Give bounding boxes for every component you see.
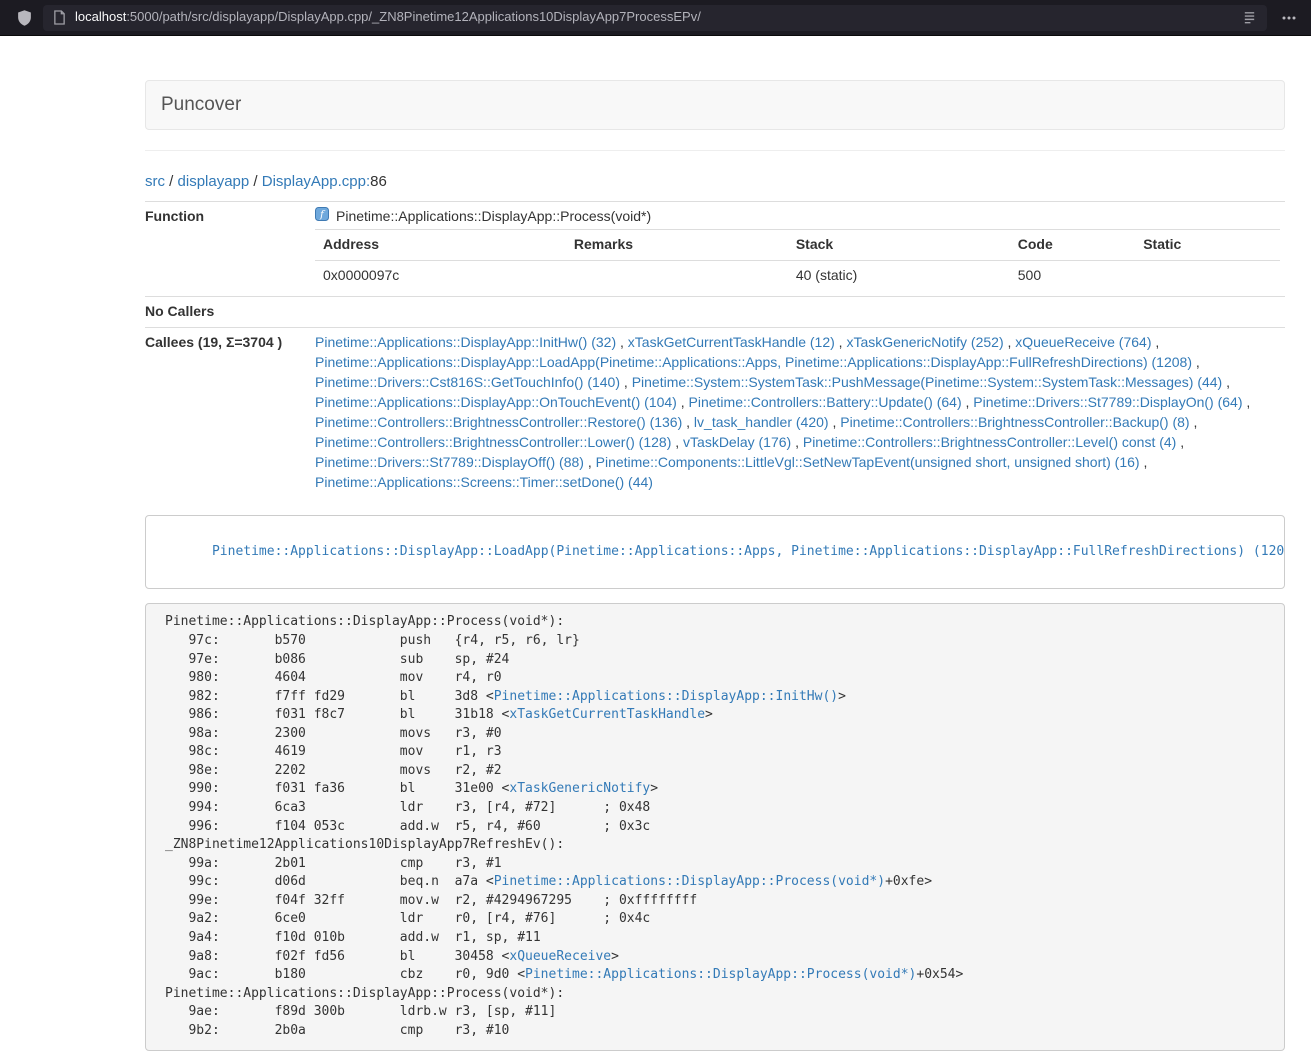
callee-link[interactable]: xQueueReceive (764): [1015, 334, 1151, 350]
no-callers-label: No Callers: [145, 297, 307, 328]
disassembly: Pinetime::Applications::DisplayApp::Proc…: [145, 603, 1285, 1051]
callee-link[interactable]: Pinetime::Drivers::St7789::DisplayOff() …: [315, 454, 584, 470]
code-symbol-link[interactable]: xQueueReceive: [509, 949, 611, 964]
breadcrumb-separator: /: [165, 173, 178, 190]
column-header-stack: Stack: [788, 230, 1010, 261]
browser-bar: localhost:5000/path/src/displayapp/Displ…: [0, 0, 1311, 36]
callee-link[interactable]: Pinetime::Applications::DisplayApp::Load…: [315, 354, 1192, 370]
brand-puncover[interactable]: Puncover: [146, 91, 256, 118]
breadcrumb-separator: /: [249, 173, 262, 190]
callees-cell: Pinetime::Applications::DisplayApp::Init…: [307, 328, 1285, 498]
callees-label: Callees (19, Σ=3704 ): [145, 328, 307, 498]
column-header-static: Static: [1135, 230, 1280, 261]
callee-link[interactable]: Pinetime::Controllers::Battery::Update()…: [689, 394, 962, 410]
callee-link[interactable]: Pinetime::Applications::DisplayApp::OnTo…: [315, 394, 677, 410]
page-icon[interactable]: [53, 10, 66, 25]
callee-link[interactable]: vTaskDelay (176): [683, 434, 791, 450]
callee-link[interactable]: Pinetime::Components::LittleVgl::SetNewT…: [596, 454, 1140, 470]
callee-link[interactable]: lv_task_handler (420): [694, 414, 829, 430]
static-value: [1135, 261, 1280, 291]
column-header-remarks: Remarks: [566, 230, 788, 261]
detail-header-row: Address Remarks Stack Code Static: [315, 230, 1280, 261]
code-value: 500: [1010, 261, 1135, 291]
breadcrumb: src / displayapp / DisplayApp.cpp:86: [145, 171, 1285, 192]
reader-mode-icon[interactable]: [1242, 10, 1257, 25]
callee-link[interactable]: Pinetime::Drivers::Cst816S::GetTouchInfo…: [315, 374, 620, 390]
menu-icon[interactable]: [1281, 10, 1297, 26]
no-callers-empty-cell: [307, 297, 1285, 328]
url-bar[interactable]: localhost:5000/path/src/displayapp/Displ…: [43, 5, 1267, 31]
column-header-address: Address: [315, 230, 566, 261]
callee-link[interactable]: Pinetime::Controllers::BrightnessControl…: [803, 434, 1176, 450]
callee-link[interactable]: xTaskGenericNotify (252): [846, 334, 1003, 350]
highlighted-symbol-panel: Pinetime::Applications::DisplayApp::Load…: [145, 515, 1285, 589]
callee-link[interactable]: Pinetime::System::SystemTask::PushMessag…: [632, 374, 1223, 390]
navbar: Puncover: [145, 80, 1285, 130]
url-text: localhost:5000/path/src/displayapp/Displ…: [75, 8, 1242, 27]
code-symbol-link[interactable]: Pinetime::Applications::DisplayApp::Proc…: [494, 874, 885, 889]
code-symbol-link[interactable]: xTaskGetCurrentTaskHandle: [509, 707, 705, 722]
code-symbol-link[interactable]: Pinetime::Applications::DisplayApp::Init…: [494, 689, 838, 704]
function-row-label: Function: [145, 202, 307, 297]
callee-link[interactable]: Pinetime::Drivers::St7789::DisplayOn() (…: [973, 394, 1242, 410]
callee-link[interactable]: xTaskGetCurrentTaskHandle (12): [628, 334, 835, 350]
page-content: Puncover src / displayapp / DisplayApp.c…: [0, 36, 1311, 1051]
function-table: Function f Pinetime::Applications::Displ…: [145, 201, 1285, 498]
function-cell: f Pinetime::Applications::DisplayApp::Pr…: [307, 202, 1285, 297]
url-path: :5000/path/src/displayapp/DisplayApp.cpp…: [126, 9, 701, 24]
divider: [145, 150, 1285, 151]
callee-link[interactable]: Pinetime::Controllers::BrightnessControl…: [315, 414, 682, 430]
breadcrumb-displayapp[interactable]: displayapp: [178, 173, 250, 190]
detail-value-row: 0x0000097c 40 (static) 500: [315, 261, 1280, 291]
highlighted-symbol-link[interactable]: Pinetime::Applications::DisplayApp::Load…: [212, 544, 1285, 559]
code-symbol-link[interactable]: Pinetime::Applications::DisplayApp::Proc…: [525, 967, 916, 982]
column-header-code: Code: [1010, 230, 1135, 261]
function-line: f Pinetime::Applications::DisplayApp::Pr…: [315, 207, 1280, 227]
table-row-no-callers: No Callers: [145, 297, 1285, 328]
code-symbol-link[interactable]: xTaskGenericNotify: [509, 781, 650, 796]
table-row-function: Function f Pinetime::Applications::Displ…: [145, 202, 1285, 297]
function-name: Pinetime::Applications::DisplayApp::Proc…: [336, 207, 651, 227]
function-detail-table: Address Remarks Stack Code Static 0x0000…: [315, 229, 1280, 291]
shield-icon[interactable]: [16, 9, 33, 27]
main-container: Puncover src / displayapp / DisplayApp.c…: [145, 80, 1285, 1051]
breadcrumb-line-number: 86: [370, 173, 387, 190]
breadcrumb-src[interactable]: src: [145, 173, 165, 190]
breadcrumb-file[interactable]: DisplayApp.cpp:: [262, 173, 370, 190]
address-value: 0x0000097c: [315, 261, 566, 291]
function-icon: f: [315, 207, 329, 227]
callee-link[interactable]: Pinetime::Applications::DisplayApp::Init…: [315, 334, 616, 350]
url-host: localhost: [75, 9, 126, 24]
callee-link[interactable]: Pinetime::Controllers::BrightnessControl…: [315, 434, 671, 450]
table-row-callees: Callees (19, Σ=3704 ) Pinetime::Applicat…: [145, 328, 1285, 498]
stack-value: 40 (static): [788, 261, 1010, 291]
callee-link[interactable]: Pinetime::Applications::Screens::Timer::…: [315, 474, 653, 490]
callee-link[interactable]: Pinetime::Controllers::BrightnessControl…: [840, 414, 1189, 430]
remarks-value: [566, 261, 788, 291]
